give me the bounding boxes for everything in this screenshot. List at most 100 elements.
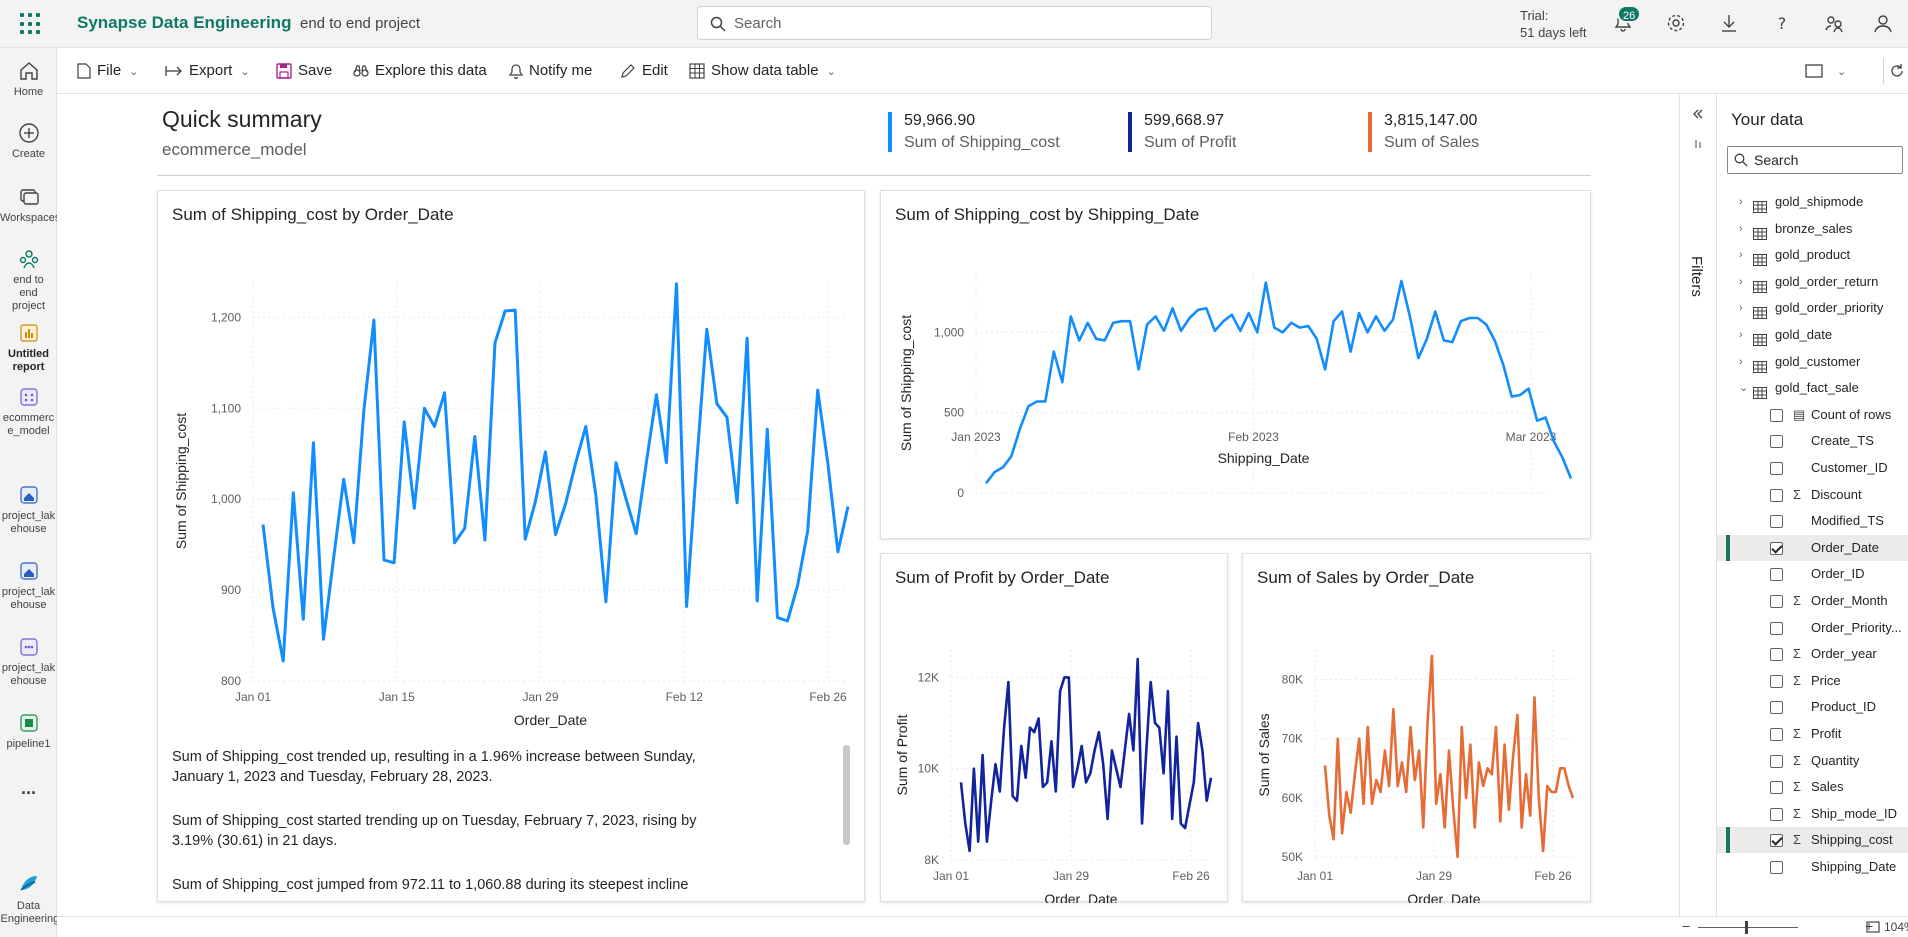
nav-home[interactable]: Home bbox=[0, 60, 57, 99]
field-checkbox[interactable] bbox=[1770, 807, 1783, 821]
table-node[interactable]: › gold_order_priority bbox=[1717, 295, 1908, 321]
field-node[interactable]: Σ Order_year bbox=[1717, 641, 1908, 667]
field-checkbox[interactable] bbox=[1770, 621, 1783, 635]
field-checkbox[interactable] bbox=[1770, 515, 1783, 529]
table-node[interactable]: › gold_customer bbox=[1717, 349, 1908, 375]
zoom-out-button[interactable]: − bbox=[1682, 918, 1690, 934]
fit-to-page-icon[interactable] bbox=[1866, 921, 1880, 933]
table-node[interactable]: › bronze_sales bbox=[1717, 216, 1908, 242]
collapse-chevrons-icon[interactable] bbox=[1692, 108, 1704, 120]
field-checkbox[interactable] bbox=[1770, 541, 1783, 555]
field-checkbox[interactable] bbox=[1770, 488, 1783, 502]
field-checkbox[interactable] bbox=[1770, 462, 1783, 475]
edit-button[interactable]: Edit bbox=[620, 60, 668, 82]
table-node[interactable]: › gold_product bbox=[1717, 242, 1908, 268]
field-checkbox[interactable] bbox=[1770, 728, 1783, 741]
field-checkbox[interactable] bbox=[1770, 595, 1783, 608]
chart-card-sales-by-order-date[interactable]: Sum of Sales by Order_Date 50K 60K 70K 80K J… bbox=[1242, 553, 1591, 903]
zoom-slider-thumb[interactable] bbox=[1745, 921, 1748, 934]
field-checkbox[interactable] bbox=[1770, 781, 1783, 795]
field-checkbox[interactable] bbox=[1770, 834, 1783, 848]
field-checkbox[interactable] bbox=[1770, 754, 1783, 768]
field-checkbox[interactable] bbox=[1770, 568, 1783, 582]
nav-lakehouse-1[interactable]: project_lakehouse bbox=[0, 484, 57, 536]
table-node[interactable]: › gold_shipmode bbox=[1717, 189, 1908, 215]
field-checkbox[interactable] bbox=[1770, 674, 1783, 688]
view-mode-button[interactable]: ⌄ bbox=[1805, 60, 1846, 82]
field-node[interactable]: Order_Priority... bbox=[1717, 615, 1908, 641]
explore-data-button[interactable]: Explore this data bbox=[353, 60, 487, 82]
field-node[interactable]: Σ Price bbox=[1717, 668, 1908, 694]
nav-data-engineering[interactable]: Data Engineering bbox=[0, 872, 59, 926]
chevron-right-icon[interactable]: › bbox=[1739, 216, 1743, 242]
kpi-profit[interactable]: 599,668.97 Sum of Profit bbox=[1128, 112, 1236, 152]
trial-status[interactable]: Trial: 51 days left bbox=[1520, 7, 1587, 41]
notify-me-button[interactable]: Notify me bbox=[508, 60, 592, 82]
series-line[interactable] bbox=[261, 282, 850, 663]
chevron-right-icon[interactable]: › bbox=[1739, 189, 1743, 215]
app-launcher-icon[interactable] bbox=[20, 13, 42, 35]
filters-pane-collapsed[interactable]: Filters bbox=[1679, 94, 1716, 916]
field-node[interactable]: Σ Order_Month bbox=[1717, 588, 1908, 614]
save-button[interactable]: Save bbox=[276, 60, 332, 82]
nav-ecommerce-model[interactable]: ecommerce_model bbox=[0, 386, 57, 438]
nav-untitled-report[interactable]: Untitled report bbox=[0, 322, 57, 374]
data-search-input[interactable]: Search bbox=[1727, 146, 1903, 174]
nav-workspaces[interactable]: Workspaces bbox=[0, 186, 60, 225]
field-node[interactable]: ▤ Count of rows bbox=[1717, 402, 1908, 428]
export-menu-button[interactable]: Export ⌄ bbox=[165, 60, 250, 82]
nav-workspace-project[interactable]: end to end project bbox=[0, 248, 57, 313]
chevron-right-icon[interactable]: › bbox=[1739, 242, 1743, 268]
nav-more[interactable]: ... bbox=[0, 779, 57, 797]
feedback-icon[interactable] bbox=[1823, 12, 1845, 34]
field-checkbox[interactable] bbox=[1770, 648, 1783, 662]
show-data-table-button[interactable]: Show data table ⌄ bbox=[689, 60, 836, 82]
chevron-right-icon[interactable]: › bbox=[1739, 295, 1743, 321]
field-checkbox[interactable] bbox=[1770, 435, 1783, 449]
field-node[interactable]: Modified_TS bbox=[1717, 508, 1908, 534]
refresh-button[interactable] bbox=[1881, 60, 1908, 82]
chart-card-shipping-cost-by-order-date[interactable]: Sum of Shipping_cost by Order_Date 800 90… bbox=[157, 190, 865, 902]
nav-lakehouse-2[interactable]: project_lakehouse bbox=[0, 560, 57, 612]
kpi-sales[interactable]: 3,815,147.00 Sum of Sales bbox=[1368, 112, 1479, 152]
field-node[interactable]: Order_Date bbox=[1717, 534, 1908, 561]
field-node[interactable]: Create_TS bbox=[1717, 428, 1908, 454]
chart-card-profit-by-order-date[interactable]: Sum of Profit by Order_Date 8K 10K 12K Jan … bbox=[880, 553, 1228, 903]
kpi-shipping-cost[interactable]: 59,966.90 Sum of Shipping_cost bbox=[888, 112, 1060, 152]
field-node[interactable]: Shipping_Date bbox=[1717, 854, 1908, 880]
file-menu-button[interactable]: File ⌄ bbox=[77, 60, 138, 82]
field-node[interactable]: Order_ID bbox=[1717, 561, 1908, 587]
field-node[interactable]: Σ Profit bbox=[1717, 721, 1908, 747]
workspace-breadcrumb[interactable]: end to end project bbox=[300, 15, 420, 32]
chart-card-shipping-cost-by-shipping-date[interactable]: Sum of Shipping_cost by Shipping_Date 05… bbox=[880, 190, 1591, 539]
table-node[interactable]: ⌄ gold_fact_sale bbox=[1717, 375, 1908, 401]
nav-pipeline[interactable]: pipeline1 bbox=[0, 712, 57, 751]
table-node[interactable]: › gold_order_return bbox=[1717, 269, 1908, 295]
download-icon[interactable] bbox=[1718, 12, 1740, 34]
chevron-right-icon[interactable]: › bbox=[1739, 269, 1743, 295]
nav-create[interactable]: Create bbox=[0, 122, 57, 161]
chevron-right-icon[interactable]: › bbox=[1739, 349, 1743, 375]
field-node[interactable]: Σ Shipping_cost bbox=[1717, 827, 1908, 854]
nav-sql-endpoint[interactable]: project_lakehouse bbox=[0, 636, 57, 688]
field-node[interactable]: Σ Ship_mode_ID bbox=[1717, 801, 1908, 827]
field-node[interactable]: Σ Discount bbox=[1717, 482, 1908, 508]
narrative-scrollbar[interactable] bbox=[843, 745, 850, 845]
zoom-slider-track[interactable] bbox=[1698, 927, 1798, 928]
field-checkbox[interactable] bbox=[1770, 701, 1783, 715]
chevron-right-icon[interactable]: › bbox=[1739, 322, 1743, 348]
field-checkbox[interactable] bbox=[1770, 408, 1783, 422]
help-icon[interactable]: ? bbox=[1771, 12, 1793, 34]
field-node[interactable]: Customer_ID bbox=[1717, 455, 1908, 481]
app-title[interactable]: Synapse Data Engineering bbox=[77, 13, 291, 33]
table-node[interactable]: › gold_date bbox=[1717, 322, 1908, 348]
field-node[interactable]: Product_ID bbox=[1717, 694, 1908, 720]
field-node[interactable]: Σ Sales bbox=[1717, 774, 1908, 800]
chevron-down-icon[interactable]: ⌄ bbox=[1739, 375, 1748, 401]
field-checkbox[interactable] bbox=[1770, 861, 1783, 874]
gear-icon[interactable] bbox=[1665, 12, 1687, 34]
zoom-level[interactable]: 104% bbox=[1884, 920, 1908, 934]
field-node[interactable]: Σ Quantity bbox=[1717, 748, 1908, 774]
global-search-input[interactable]: Search bbox=[697, 6, 1212, 40]
account-avatar-icon[interactable] bbox=[1872, 12, 1894, 34]
